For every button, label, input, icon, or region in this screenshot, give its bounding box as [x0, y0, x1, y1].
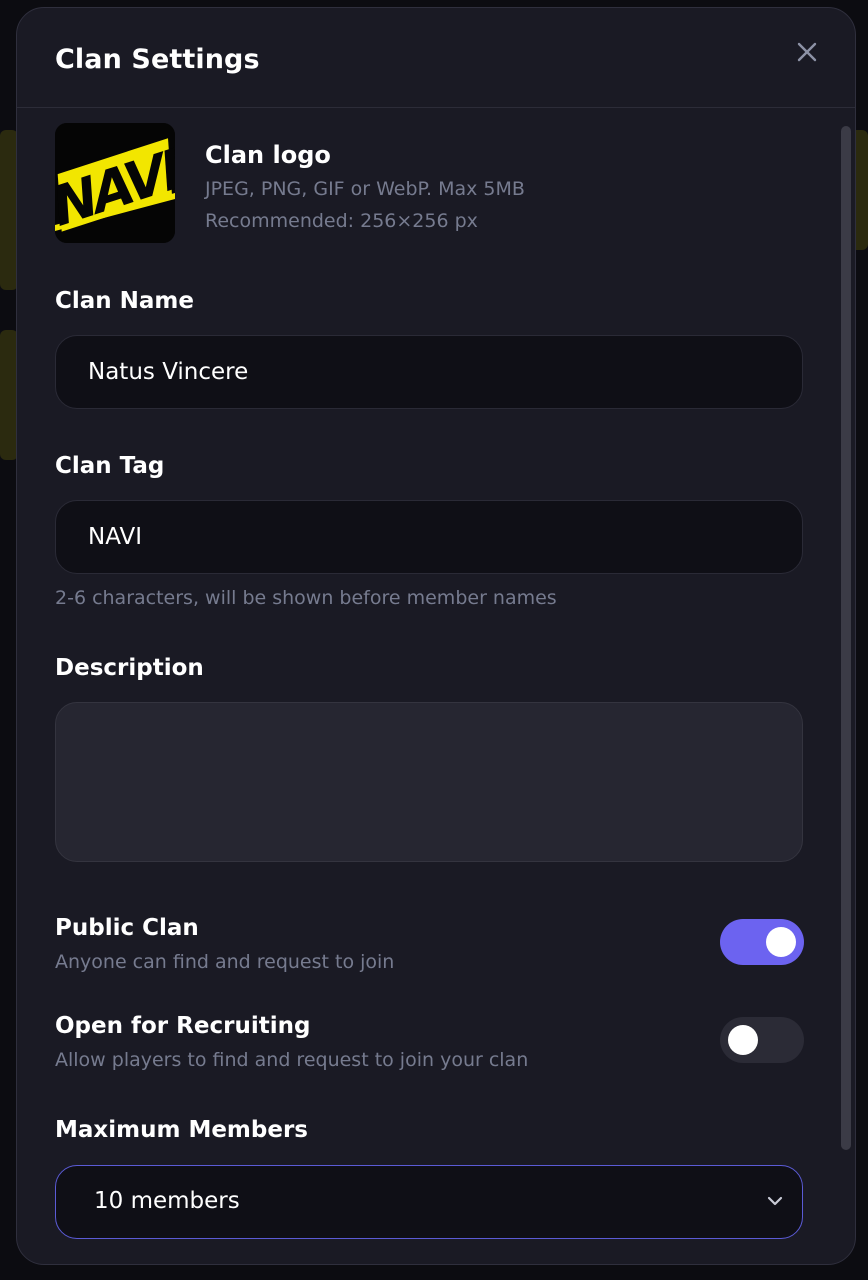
- recruiting-title: Open for Recruiting: [55, 1013, 311, 1039]
- scrollbar-thumb[interactable]: [841, 126, 851, 1150]
- description-textarea[interactable]: [55, 702, 803, 862]
- toggle-knob: [728, 1025, 758, 1055]
- close-button[interactable]: [793, 38, 821, 66]
- modal-title: Clan Settings: [55, 44, 260, 75]
- clan-tag-hint: 2-6 characters, will be shown before mem…: [55, 587, 557, 609]
- recruiting-toggle[interactable]: [720, 1017, 804, 1063]
- public-clan-toggle[interactable]: [720, 919, 804, 965]
- max-members-select[interactable]: 10 members: [55, 1165, 803, 1239]
- close-icon: [797, 42, 817, 62]
- clan-logo-upload[interactable]: NAVI: [55, 123, 175, 243]
- clan-logo-title: Clan logo: [205, 141, 331, 169]
- clan-logo-formats: JPEG, PNG, GIF or WebP. Max 5MB: [205, 178, 525, 200]
- chevron-down-icon: [767, 1196, 783, 1206]
- clan-name-label: Clan Name: [55, 288, 194, 314]
- public-clan-title: Public Clan: [55, 915, 199, 941]
- clan-settings-modal: Clan Settings NAVI Clan logo JPEG, PNG, …: [16, 7, 856, 1265]
- clan-tag-input[interactable]: [55, 500, 803, 574]
- clan-tag-label: Clan Tag: [55, 453, 165, 479]
- clan-logo-recommended: Recommended: 256×256 px: [205, 210, 478, 232]
- max-members-value: 10 members: [94, 1188, 240, 1214]
- clan-logo-image: NAVI: [55, 123, 175, 243]
- public-clan-subtitle: Anyone can find and request to join: [55, 951, 395, 973]
- modal-header: Clan Settings: [17, 8, 855, 108]
- max-members-label: Maximum Members: [55, 1117, 308, 1143]
- toggle-knob: [766, 927, 796, 957]
- recruiting-subtitle: Allow players to find and request to joi…: [55, 1049, 529, 1071]
- description-label: Description: [55, 655, 204, 681]
- clan-name-input[interactable]: [55, 335, 803, 409]
